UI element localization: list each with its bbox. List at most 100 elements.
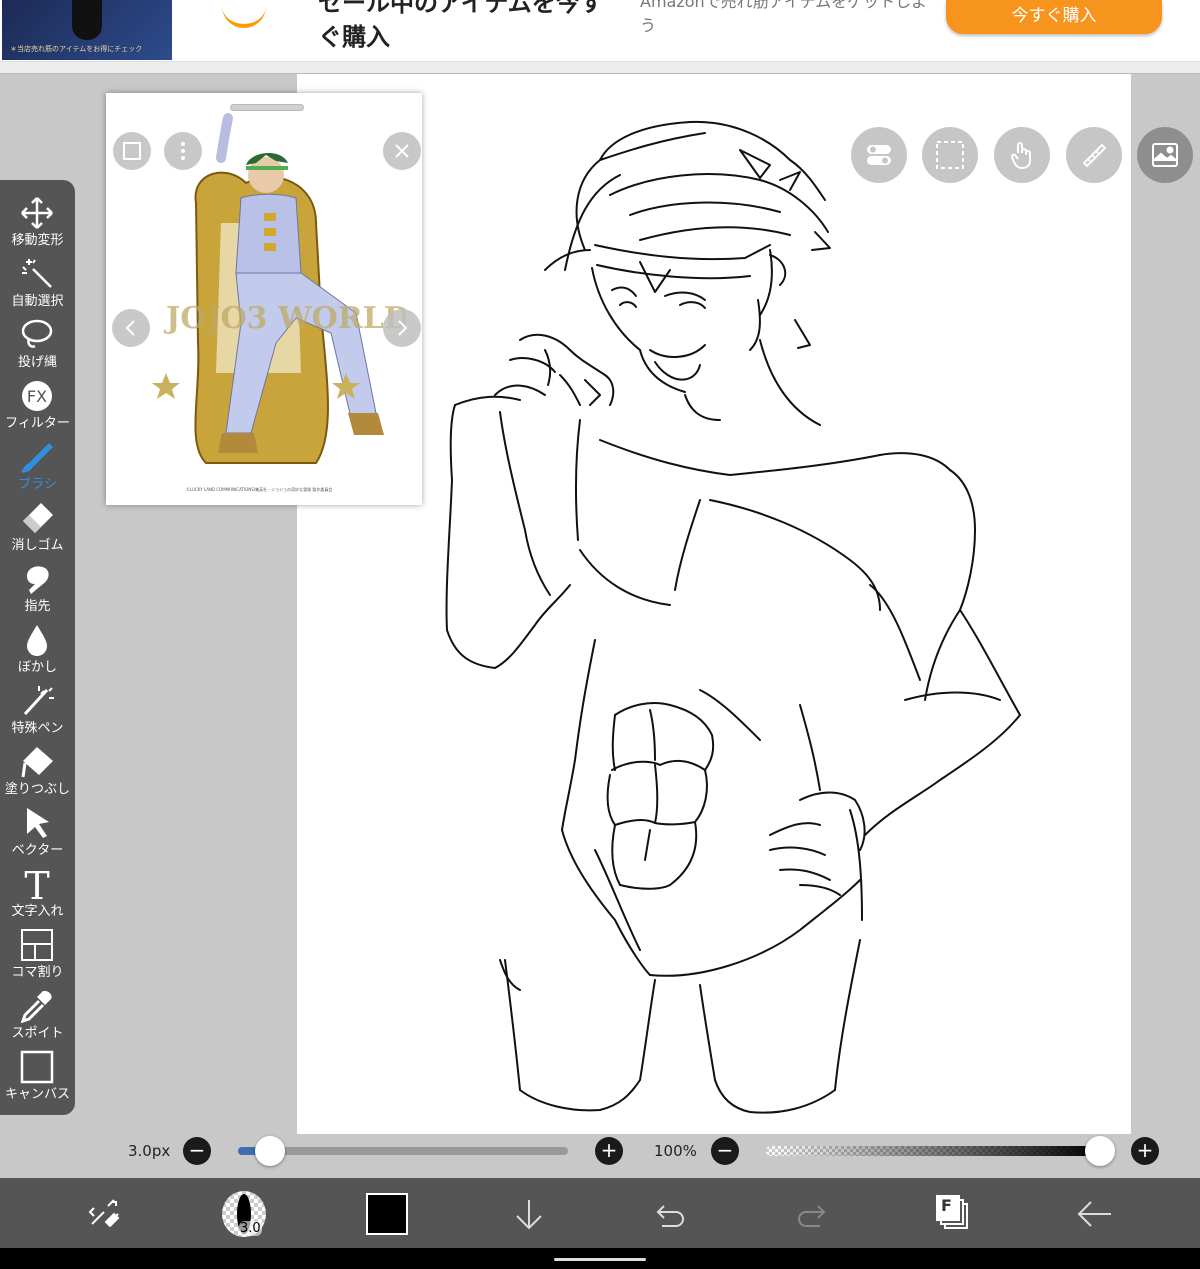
tool-label: ブラシ	[18, 477, 57, 492]
brush-size-increase-button[interactable]: +	[595, 1137, 623, 1165]
tool-label: 塗りつぶし	[4, 782, 71, 797]
close-icon	[395, 144, 409, 158]
amazon-logo-icon	[222, 4, 266, 28]
tool-label: 消しゴム	[11, 538, 64, 553]
ad-product-image	[72, 0, 102, 40]
ad-title: セール中のアイテムを今すぐ購入	[318, 0, 604, 51]
selection-rect-icon	[936, 141, 964, 169]
square-frame-icon	[123, 142, 141, 160]
ad-buy-button[interactable]: 今すぐ購入	[946, 0, 1162, 34]
special-pen-icon	[23, 686, 54, 716]
gesture-button[interactable]	[994, 127, 1050, 183]
tool-eraser[interactable]: 消しゴム	[0, 497, 75, 558]
save-down-button[interactable]	[507, 1192, 551, 1236]
bottom-toolbar: 3.0 F	[0, 1178, 1200, 1248]
layer-badge: F	[941, 1196, 952, 1215]
tool-panel-divide[interactable]: コマ割り	[0, 924, 75, 985]
brush-size-slider[interactable]	[238, 1147, 568, 1155]
tool-label: 指先	[24, 599, 51, 614]
layers-button[interactable]: F	[931, 1192, 975, 1236]
layers-icon	[936, 1195, 968, 1229]
ruler-button[interactable]	[1066, 127, 1122, 183]
tool-filter[interactable]: FX フィルター	[0, 375, 75, 436]
chevron-left-icon	[125, 320, 135, 336]
brush-settings-button[interactable]: 3.0	[222, 1191, 266, 1237]
undo-icon	[656, 1205, 684, 1227]
tool-label: ぼかし	[17, 660, 57, 675]
pen-eraser-swap-icon	[88, 1199, 120, 1228]
reference-prev-button[interactable]	[112, 309, 150, 347]
tool-blur[interactable]: ぼかし	[0, 619, 75, 680]
tool-text[interactable]: T 文字入れ	[0, 863, 75, 924]
undo-button[interactable]	[648, 1192, 692, 1236]
tool-eyedropper[interactable]: スポイト	[0, 985, 75, 1046]
tool-brush[interactable]: ブラシ	[0, 436, 75, 497]
opacity-increase-button[interactable]: +	[1131, 1137, 1159, 1165]
brush-size-decrease-button[interactable]: −	[183, 1137, 211, 1165]
canvas-right-margin	[1131, 74, 1200, 1178]
tool-lasso[interactable]: 投げ縄	[0, 314, 75, 375]
tool-special-pen[interactable]: 特殊ペン	[0, 680, 75, 741]
reference-menu-button[interactable]	[164, 132, 202, 170]
tool-move-transform[interactable]: 移動変形	[0, 192, 75, 253]
magic-wand-icon	[22, 259, 52, 288]
tool-sidebar: 移動変形 自動選択 投げ縄 FX フィルター ブラシ 消しゴム 指先 ぼかし 特…	[0, 180, 75, 1115]
reference-window[interactable]: JOJO3 WORLD3 ©LUCKY LAND COMMUNICATIONS/…	[106, 93, 422, 505]
tool-label: コマ割り	[11, 965, 64, 980]
tool-label: フィルター	[5, 416, 70, 431]
opacity-slider[interactable]	[766, 1146, 1100, 1156]
reference-next-button[interactable]	[383, 309, 421, 347]
ruler-icon	[1082, 143, 1107, 168]
arrow-left-icon	[1077, 1201, 1111, 1227]
tool-fill[interactable]: 塗りつぶし	[0, 741, 75, 802]
reference-close-button[interactable]	[383, 132, 421, 170]
tool-label: ベクター	[11, 843, 64, 858]
chevron-right-icon	[398, 320, 408, 336]
kebab-menu-icon	[181, 142, 185, 160]
tool-label: スポイト	[11, 1026, 64, 1041]
brush-size-slider-handle[interactable]	[255, 1136, 285, 1166]
reference-fit-button[interactable]	[113, 132, 151, 170]
reference-image: JOJO3 WORLD3	[152, 113, 406, 464]
ad-banner[interactable]: ＊当店売れ筋のアイテムをお得にチェック セール中のアイテムを今すぐ購入 Amaz…	[0, 0, 1200, 62]
color-picker-button[interactable]	[365, 1192, 409, 1236]
move-transform-icon	[21, 197, 53, 229]
back-button[interactable]	[1073, 1192, 1117, 1236]
current-color-swatch	[366, 1193, 408, 1235]
layer-toggle-button[interactable]	[851, 127, 907, 183]
lasso-icon	[21, 319, 53, 348]
tool-auto-select[interactable]: 自動選択	[0, 253, 75, 314]
ad-subtitle: Amazonで売れ筋アイテムをゲットしよう	[640, 0, 928, 35]
vector-cursor-icon	[27, 808, 49, 838]
tool-label: 文字入れ	[11, 904, 64, 919]
reference-caption: ©LUCKY LAND COMMUNICATIONS/集英社・ジョジョの奇妙な冒…	[186, 487, 333, 492]
reference-image-title: JOJO3 WORLD3	[163, 301, 406, 336]
opacity-slider-handle[interactable]	[1085, 1136, 1115, 1166]
fx-filter-icon: FX	[22, 381, 52, 411]
tool-label: キャンバス	[4, 1087, 70, 1102]
tool-canvas[interactable]: キャンバス	[0, 1046, 75, 1107]
drawing-canvas[interactable]	[297, 74, 1131, 1134]
svg-text:FX: FX	[27, 387, 47, 406]
redo-button[interactable]	[790, 1192, 834, 1236]
selection-button[interactable]	[922, 127, 978, 183]
tool-finger[interactable]: 指先	[0, 558, 75, 619]
touch-hand-icon	[1011, 142, 1031, 170]
tool-label: 特殊ペン	[11, 721, 64, 736]
home-gesture-pill[interactable]	[554, 1258, 646, 1261]
eraser-icon	[23, 503, 53, 533]
tool-vector[interactable]: ベクター	[0, 802, 75, 863]
line-art-drawing	[445, 120, 1021, 1114]
tool-label: 投げ縄	[17, 355, 57, 370]
brush-size-value: 3.0px	[128, 1142, 171, 1160]
blur-drop-icon	[27, 625, 47, 656]
ad-thumb-caption: ＊当店売れ筋のアイテムをお得にチェック	[10, 45, 143, 53]
reference-drag-handle[interactable]	[230, 104, 304, 111]
tool-label: 移動変形	[11, 233, 64, 248]
reference-window-button[interactable]	[1137, 127, 1193, 183]
opacity-decrease-button[interactable]: −	[711, 1137, 739, 1165]
finger-smudge-icon	[27, 566, 49, 594]
redo-icon	[798, 1205, 826, 1227]
ad-thumbnail[interactable]: ＊当店売れ筋のアイテムをお得にチェック	[2, 0, 172, 60]
brush-switch-button[interactable]	[82, 1192, 126, 1236]
